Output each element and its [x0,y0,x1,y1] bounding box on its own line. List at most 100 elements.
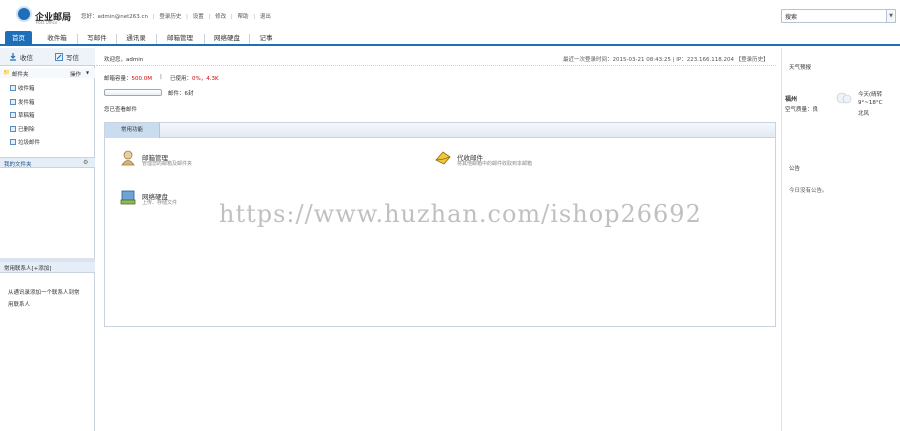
gear-icon[interactable]: ⚙ [83,159,88,166]
tab-separator [116,34,117,44]
main-nav: 首页 收件箱 写邮件 通讯录 邮箱管理 网络硬盘 记事 [0,29,900,46]
drafts-icon [10,112,16,118]
contacts-header: 常用联系人[+添加] [0,262,95,273]
folder-label: 发件箱 [18,100,35,106]
chevron-down-icon[interactable]: ▼ [86,70,89,75]
tab-contacts[interactable]: 通讯录 [121,31,151,46]
tab-notes[interactable]: 记事 [254,31,278,46]
sidebar-actions: 收信 写信 [0,48,95,66]
mailbox-header: 📁 邮件夹 操作 ▼ [0,68,95,78]
tab-separator [249,34,250,44]
folder-label: 草稿箱 [18,113,35,119]
separator: | [186,14,188,20]
watermark-text: https://www.huzhan.com/ishop26692 [219,200,702,228]
contacts-label[interactable]: 常用联系人[+添加] [4,264,51,272]
folder-label: 垃圾邮件 [18,140,41,146]
mail-count: 邮件：6封 [168,91,194,97]
tab-network-disk[interactable]: 网络硬盘 [209,31,245,46]
tab-mailbox-management[interactable]: 邮箱管理 [161,31,199,46]
mailbox-label: 邮件夹 [12,72,29,78]
separator: | [253,14,256,20]
today-wind: 北风 [858,111,870,117]
login-history-link[interactable]: 登录历史 [159,14,181,20]
notice-text: 今日没有公告。 [789,188,828,194]
search-box: ▼ [781,9,896,23]
panel-header: 常用功能 [105,123,775,138]
notice-title: 公告 [789,166,801,172]
separator: | [208,14,211,20]
modify-link[interactable]: 修改 [215,14,226,20]
sidebar-item-deleted[interactable]: 已删除 [10,125,35,133]
quota-progress-bar [104,89,162,96]
sent-icon [10,99,16,105]
sidebar-item-sent[interactable]: 发件箱 [10,98,35,106]
compose-button[interactable]: 写信 [55,52,79,62]
contacts-hint-2: 用联系人 [8,302,31,308]
envelope-icon [435,151,451,165]
folder-icon: 📁 [3,70,10,76]
top-bar: 企业邮局 Post Office 您好：admin@net263.cn | 登录… [0,0,900,29]
settings-link[interactable]: 设置 [193,14,204,20]
sidebar-item-inbox[interactable]: 收件箱 [10,84,35,92]
sidebar: 收信 写信 📁 邮件夹 操作 ▼ 收件箱 发件箱 草稿箱 已删除 垃圾邮件 我的… [0,48,95,431]
separator: | [230,14,233,20]
receive-button[interactable]: 收信 [9,52,33,62]
tab-inbox[interactable]: 收件箱 [40,31,74,46]
app-fetch-mail[interactable]: 代收邮件 将其他邮箱中的邮件收取到本邮箱 [435,150,635,170]
mailbox-action-menu[interactable]: 操作 [70,70,81,78]
trash-icon [10,126,16,132]
tab-common-functions[interactable]: 常用功能 [105,123,160,138]
used-value: 0%，4.3K [192,76,219,82]
cloud-icon [836,92,852,104]
used-info: 已使用：0%，4.3K [170,74,219,82]
my-folders-label: 我的文件夹 [4,162,32,168]
weather-title: 天气预报 [789,65,812,71]
receive-label: 收信 [20,54,33,62]
tab-compose[interactable]: 写邮件 [82,31,112,46]
tab-home[interactable]: 首页 [5,31,32,46]
contacts-hint: 从通讯录添加一个联系人到常 [8,290,80,296]
app-desc: 将其他邮箱中的邮件收取到本邮箱 [457,161,533,167]
logo-subtitle: Post Office [36,20,58,25]
help-link[interactable]: 帮助 [238,14,249,20]
app-desc: 管理您的邮箱及邮件夹 [142,161,193,167]
inbox-icon [10,85,16,91]
today-temp: 9°~18°C [858,100,883,106]
sidebar-item-drafts[interactable]: 草稿箱 [10,111,35,119]
search-input[interactable] [782,10,886,22]
right-column: 天气预报 福州 空气质量：良 今天(晴转 9°~18°C 北风 公告 今日没有公… [781,48,900,431]
separator: | [152,14,155,20]
top-links: 您好：admin@net263.cn | 登录历史 | 设置 | 修改 | 帮助… [81,12,274,20]
folder-label: 收件箱 [18,86,35,92]
used-label: 已使用： [170,76,193,82]
today-label: 今天(晴转 [858,92,883,98]
disk-icon [120,190,136,205]
main-content: 欢迎您，admin 最近一次登录时间：2015-03-21 08:43:25 |… [96,48,780,431]
last-login-text: 最近一次登录时间：2015-03-21 08:43:25 | IP：223.16… [563,57,769,63]
city-name[interactable]: 福州 [785,94,797,103]
logo-icon [16,6,32,22]
folder-label: 已删除 [18,127,35,133]
tab-separator [77,34,78,44]
logout-link[interactable]: 退出 [260,14,271,20]
user-settings-icon [121,150,135,166]
chevron-down-icon[interactable]: ▼ [886,10,895,22]
sidebar-item-spam[interactable]: 垃圾邮件 [10,138,40,146]
compose-label: 写信 [66,54,79,62]
unread-text: 您已查看邮件 [104,107,138,113]
welcome-bar: 欢迎您，admin 最近一次登录时间：2015-03-21 08:43:25 |… [96,53,776,66]
quota-value: 500.0M [131,76,153,82]
user-greeting: 您好：admin@net263.cn [81,14,149,20]
quota-label: 邮箱容量： [104,76,132,82]
pencil-icon [55,53,63,61]
air-quality: 空气质量：良 [785,107,819,113]
download-icon [10,53,16,61]
app-desc: 上传、存储文件 [142,200,178,206]
welcome-text: 欢迎您，admin [104,57,144,63]
app-mailbox-management[interactable]: 邮箱管理 管理您的邮箱及邮件夹 [120,150,320,170]
tab-separator [204,34,205,44]
spam-icon [10,139,16,145]
my-folders-header[interactable]: 我的文件夹 ⚙ [0,157,95,168]
tab-separator [156,34,157,44]
separator: | [160,74,162,80]
